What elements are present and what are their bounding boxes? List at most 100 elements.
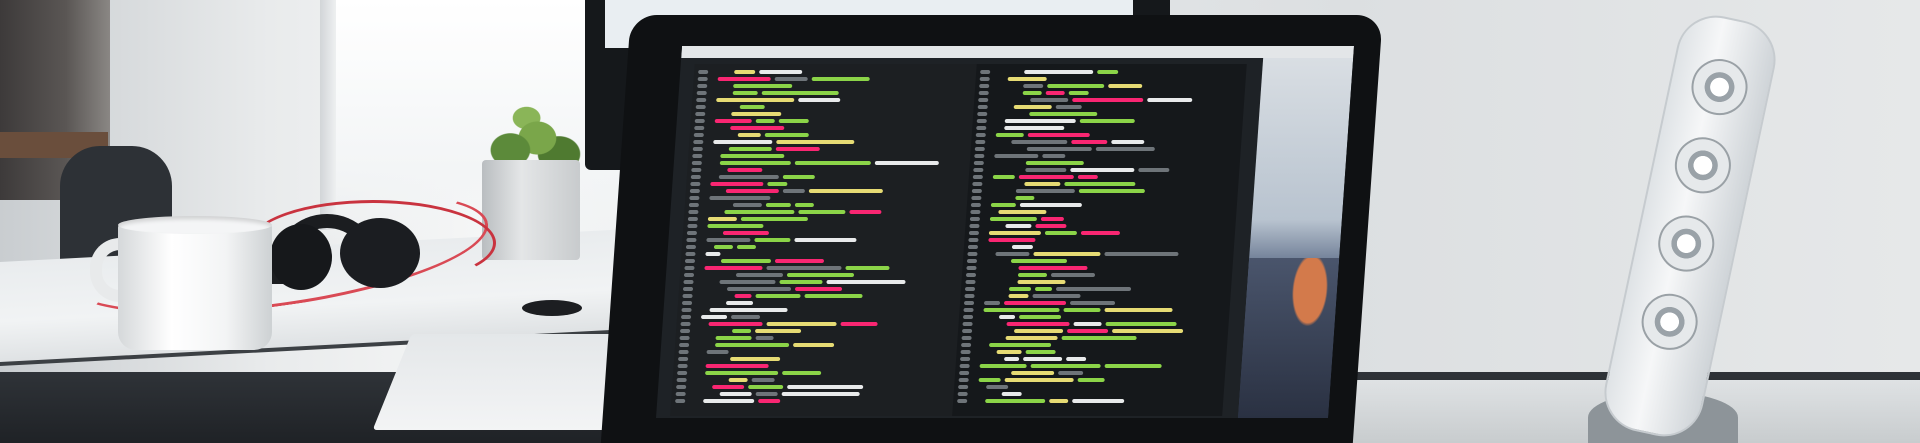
code-line <box>1025 350 1056 354</box>
lamp-bulb <box>1669 132 1737 199</box>
line-number <box>692 154 703 158</box>
line-number <box>679 336 690 340</box>
code-line <box>794 287 843 291</box>
code-line <box>792 343 835 347</box>
code-line <box>737 133 761 137</box>
code-line <box>1018 266 1088 270</box>
code-line <box>1008 287 1032 291</box>
code-line <box>714 343 790 347</box>
line-number <box>970 203 982 207</box>
line-number <box>677 357 689 361</box>
code-line <box>718 175 779 179</box>
code-line <box>1035 224 1067 228</box>
line-number <box>966 259 978 263</box>
line-number <box>964 287 976 291</box>
line-number <box>964 294 975 298</box>
code-line <box>1008 294 1029 298</box>
code-line <box>1029 112 1098 116</box>
line-number <box>977 112 988 116</box>
code-line <box>1138 168 1170 172</box>
code-line <box>1006 322 1070 326</box>
code-line <box>794 161 871 165</box>
code-line <box>729 357 781 361</box>
line-number <box>678 343 690 347</box>
code-line <box>764 133 809 137</box>
line-number <box>697 77 708 81</box>
line-number <box>679 329 691 333</box>
code-line <box>995 252 1030 256</box>
plant-leaves <box>478 86 586 166</box>
code-line <box>733 84 793 88</box>
code-line <box>1072 98 1144 102</box>
line-number <box>959 364 970 368</box>
line-number <box>974 154 985 158</box>
lamp-bulb <box>1686 53 1753 121</box>
code-line <box>990 203 1017 207</box>
code-line <box>767 182 788 186</box>
code-line <box>1034 287 1053 291</box>
code-line <box>1071 140 1108 144</box>
line-number <box>976 119 987 123</box>
code-line <box>751 378 775 382</box>
code-line <box>1111 329 1184 333</box>
code-line <box>1026 147 1092 151</box>
code-line <box>740 217 809 221</box>
line-number <box>677 364 688 368</box>
code-line <box>732 91 758 95</box>
code-line <box>709 196 771 200</box>
code-line <box>826 280 906 284</box>
line-number <box>688 210 699 214</box>
code-line <box>719 392 752 396</box>
line-number <box>690 182 701 186</box>
wallpaper-mountain <box>1238 258 1340 418</box>
line-number <box>698 70 709 74</box>
code-line <box>1003 301 1067 305</box>
code-line <box>1017 280 1066 284</box>
line-number <box>687 224 698 228</box>
code-line <box>734 70 756 74</box>
code-line <box>706 350 729 354</box>
line-number <box>680 322 691 326</box>
code-line <box>798 210 846 214</box>
line-number <box>969 224 980 228</box>
code-line <box>731 329 752 333</box>
code-line <box>1025 168 1067 172</box>
line-number <box>685 245 697 249</box>
code-line <box>1013 105 1052 109</box>
code-line <box>707 217 738 221</box>
code-line <box>775 147 820 151</box>
code-line <box>725 189 780 193</box>
code-line <box>1004 378 1074 382</box>
code-line <box>720 259 772 263</box>
code-line <box>811 77 870 81</box>
code-line <box>736 245 757 249</box>
code-line <box>1105 322 1177 326</box>
line-number <box>972 182 983 186</box>
code-line <box>704 266 763 270</box>
plant-pot <box>482 160 580 260</box>
line-number <box>684 259 696 263</box>
code-line <box>730 315 761 319</box>
code-line <box>1072 399 1125 403</box>
code-line <box>1004 126 1065 130</box>
code-line <box>988 238 1036 242</box>
headphones-right-cup <box>340 218 420 288</box>
line-number <box>968 238 979 242</box>
code-line <box>1063 308 1101 312</box>
code-line <box>983 301 1001 305</box>
browser-toolbar <box>681 46 1355 58</box>
code-line <box>713 245 734 249</box>
code-line <box>1024 70 1094 74</box>
code-line <box>983 308 1060 312</box>
code-line <box>1069 301 1116 305</box>
code-line <box>1058 371 1084 375</box>
code-line <box>765 203 792 207</box>
line-number <box>977 105 988 109</box>
line-number <box>694 126 705 130</box>
code-line <box>758 399 781 403</box>
code-line <box>1011 371 1055 375</box>
line-number <box>689 189 701 193</box>
code-line <box>1068 91 1089 95</box>
code-line <box>782 189 806 193</box>
code-line <box>709 308 788 312</box>
